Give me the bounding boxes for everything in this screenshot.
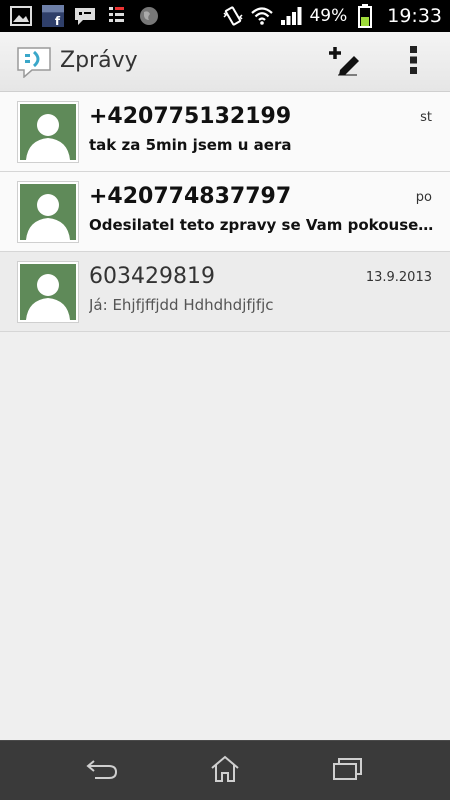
back-button[interactable]: [82, 753, 122, 789]
signal-icon: [280, 5, 302, 27]
chat-notification-icon: [74, 5, 96, 27]
message-snippet: Odesilatel teto zpravy se Vam pokousel 1…: [89, 216, 434, 234]
avatar[interactable]: [18, 102, 78, 162]
home-icon: [210, 755, 240, 787]
battery-icon: [354, 4, 376, 28]
clock: 19:33: [387, 5, 442, 27]
svg-text:f: f: [55, 14, 61, 28]
avatar[interactable]: [18, 262, 78, 322]
overflow-menu-button[interactable]: [396, 44, 432, 80]
back-icon: [85, 757, 119, 785]
status-bar: f 49% 19:33: [0, 0, 450, 32]
vibrate-icon: [222, 5, 244, 27]
overflow-menu-icon: [409, 45, 419, 79]
gallery-icon: [10, 5, 32, 27]
new-message-icon: [328, 44, 360, 80]
wifi-icon: [251, 5, 274, 27]
recent-apps-icon: [332, 756, 364, 786]
conversation-row[interactable]: +420775132199 st tak za 5min jsem u aera: [0, 92, 450, 172]
navigation-bar: [0, 740, 450, 800]
facebook-notification-icon: f: [42, 5, 64, 28]
conversation-row[interactable]: +420774837797 po Odesilatel teto zpravy …: [0, 172, 450, 252]
system-status: 49% 19:33: [222, 0, 442, 32]
home-button[interactable]: [205, 753, 245, 789]
conversation-date: po: [415, 190, 432, 205]
action-bar: Zprávy: [0, 32, 450, 92]
contact-name: +420775132199: [89, 104, 292, 129]
message-snippet: tak za 5min jsem u aera: [89, 136, 292, 154]
conversation-date: 13.9.2013: [365, 270, 432, 285]
avatar[interactable]: [18, 182, 78, 242]
sim-icon: [106, 5, 128, 27]
conversation-list: +420775132199 st tak za 5min jsem u aera…: [0, 92, 450, 332]
notification-icons: f: [10, 4, 160, 28]
message-snippet: Já: Ehjfjffjdd Hdhdhdjfjfjc: [89, 296, 274, 314]
conversation-row[interactable]: 603429819 13.9.2013 Já: Ehjfjffjdd Hdhdh…: [0, 252, 450, 332]
battery-percentage: 49%: [309, 6, 348, 26]
default-contact-icon: [20, 184, 76, 240]
page-title: Zprávy: [60, 48, 138, 73]
conversation-date: st: [420, 110, 432, 125]
default-contact-icon: [20, 104, 76, 160]
messaging-app-icon[interactable]: [16, 46, 52, 79]
recent-apps-button[interactable]: [328, 753, 368, 789]
new-message-button[interactable]: [326, 44, 362, 80]
globe-icon: [138, 5, 160, 27]
default-contact-icon: [20, 264, 76, 320]
contact-name: 603429819: [89, 264, 215, 289]
contact-name: +420774837797: [89, 184, 292, 209]
